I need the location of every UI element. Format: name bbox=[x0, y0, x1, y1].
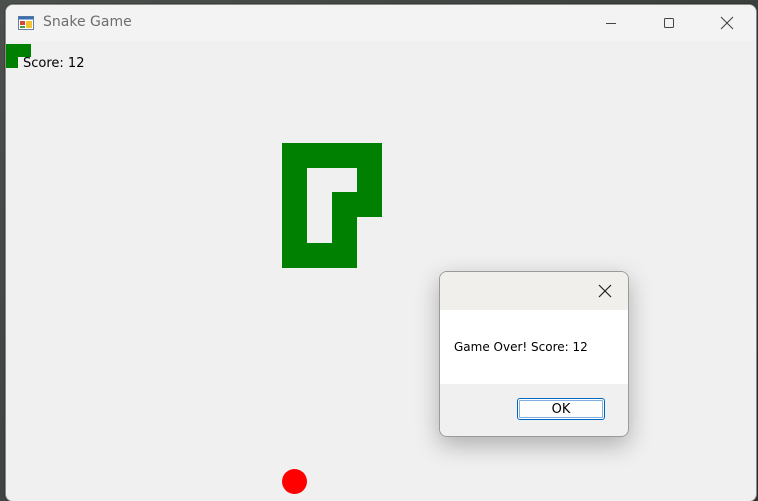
snake-segment bbox=[332, 192, 357, 268]
title-bar[interactable]: Snake Game bbox=[6, 5, 756, 41]
snake-segment bbox=[282, 143, 382, 168]
maximize-button[interactable] bbox=[640, 5, 698, 41]
window-title: Snake Game bbox=[43, 14, 132, 30]
dialog-body: Game Over! Score: 12 bbox=[440, 310, 628, 384]
game-board[interactable]: Score: 12 bbox=[6, 41, 756, 501]
snake-game-window: Snake Game Score: 12 bbox=[5, 4, 757, 501]
score-label: Score: 12 bbox=[23, 56, 85, 71]
dialog-message: Game Over! Score: 12 bbox=[454, 340, 588, 354]
close-icon bbox=[598, 284, 612, 298]
close-icon bbox=[720, 16, 734, 30]
snake-segment bbox=[282, 168, 307, 268]
ok-button[interactable]: OK bbox=[517, 398, 605, 420]
app-icon bbox=[18, 16, 34, 30]
dialog-title-bar[interactable] bbox=[440, 272, 628, 310]
minimize-icon bbox=[606, 23, 616, 24]
dialog-close-button[interactable] bbox=[590, 278, 620, 304]
snake-segment bbox=[357, 168, 382, 217]
minimize-button[interactable] bbox=[582, 5, 640, 41]
close-button[interactable] bbox=[698, 5, 756, 41]
maximize-icon bbox=[664, 18, 674, 28]
snake-segment bbox=[307, 243, 332, 268]
game-over-dialog: Game Over! Score: 12 OK bbox=[439, 271, 629, 437]
food-apple bbox=[282, 469, 307, 494]
dialog-footer: OK bbox=[440, 384, 628, 436]
snake-segment bbox=[6, 57, 18, 68]
